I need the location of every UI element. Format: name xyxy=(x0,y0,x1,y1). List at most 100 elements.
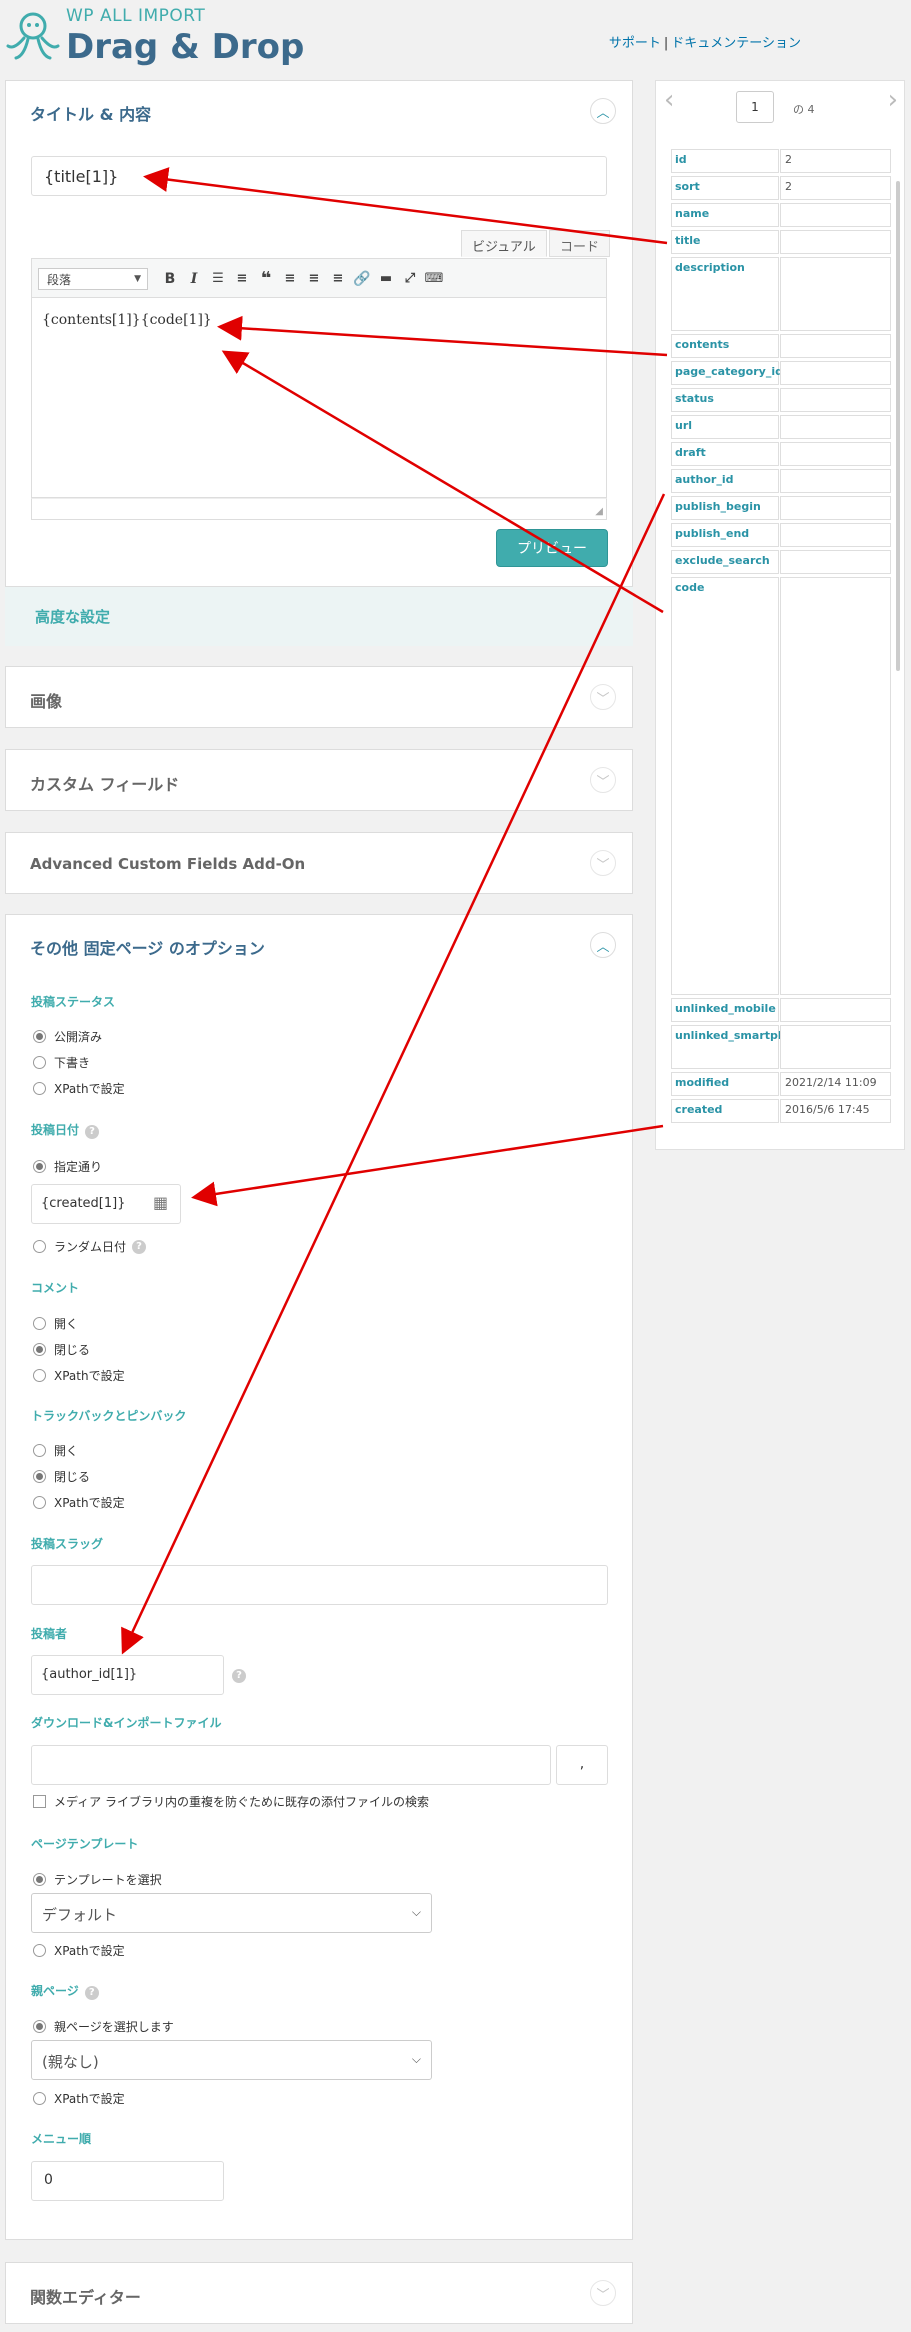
tab-code[interactable]: コード xyxy=(549,230,611,257)
radio-button[interactable] xyxy=(33,2020,46,2033)
preview-button[interactable]: プリビュー xyxy=(496,529,608,567)
support-link[interactable]: サポート xyxy=(609,36,661,51)
page-template-choose-option[interactable]: テンプレートを選択 xyxy=(33,1871,162,1888)
radio-button[interactable] xyxy=(33,1317,46,1330)
xml-element-key[interactable]: url xyxy=(671,415,779,439)
radio-button[interactable] xyxy=(33,1369,46,1382)
help-icon[interactable]: ? xyxy=(132,1239,147,1254)
function-editor-heading[interactable]: 関数エディター xyxy=(30,2284,141,2308)
xml-element-row[interactable]: unlinked_mobile xyxy=(671,998,891,1022)
chevron-down-icon[interactable]: ﹀ xyxy=(590,684,616,710)
numbered-list-icon[interactable]: ≡ xyxy=(232,269,252,289)
parent-page-choose-option[interactable]: 親ページを選択します xyxy=(33,2018,174,2035)
xml-element-key[interactable]: code xyxy=(671,577,779,995)
radio-button[interactable] xyxy=(33,1873,46,1886)
comments-option[interactable]: XPathで設定 xyxy=(33,1367,125,1384)
bullet-list-icon[interactable]: ☰ xyxy=(208,269,228,289)
xml-element-row[interactable]: name xyxy=(671,203,891,227)
page-template-xpath-option[interactable]: XPathで設定 xyxy=(33,1942,125,1959)
xml-element-key[interactable]: modified xyxy=(671,1072,779,1096)
fullscreen-icon[interactable]: ⤢ xyxy=(400,269,420,289)
content-editor[interactable]: {contents[1]}{code[1]} xyxy=(31,298,607,498)
post-status-option[interactable]: 公開済み xyxy=(33,1028,102,1045)
resize-handle-icon[interactable]: ◢ xyxy=(595,506,603,517)
xml-element-row[interactable]: unlinked_smartphone xyxy=(671,1025,891,1069)
trackbacks-option[interactable]: 開く xyxy=(33,1442,78,1459)
xml-element-key[interactable]: publish_begin xyxy=(671,496,779,520)
xml-element-key[interactable]: unlinked_smartphone xyxy=(671,1025,809,1069)
record-page-input[interactable]: 1 xyxy=(736,91,774,123)
align-left-icon[interactable]: ≡ xyxy=(280,269,300,289)
radio-button[interactable] xyxy=(33,1496,46,1509)
trackbacks-option[interactable]: XPathで設定 xyxy=(33,1494,125,1511)
format-select[interactable]: 段落 ▼ xyxy=(38,268,148,290)
xml-element-row[interactable]: created 2016/5/6 17:45 xyxy=(671,1099,891,1123)
xml-element-row[interactable]: modified 2021/2/14 11:09 xyxy=(671,1072,891,1096)
post-status-option[interactable]: 下書き xyxy=(33,1054,90,1071)
xml-element-row[interactable]: status xyxy=(671,388,891,412)
keyboard-icon[interactable]: ⌨ xyxy=(424,269,444,289)
delimiter-input[interactable]: , xyxy=(556,1745,608,1785)
images-heading[interactable]: 画像 xyxy=(30,688,62,712)
acf-heading[interactable]: Advanced Custom Fields Add-On xyxy=(30,855,305,873)
download-input[interactable] xyxy=(31,1745,551,1785)
radio-button[interactable] xyxy=(33,1343,46,1356)
help-icon[interactable]: ? xyxy=(84,1985,99,2000)
xml-element-key[interactable]: draft xyxy=(671,442,779,466)
comments-option[interactable]: 閉じる xyxy=(33,1341,90,1358)
xml-element-row[interactable]: contents xyxy=(671,334,891,358)
radio-button[interactable] xyxy=(33,1944,46,1957)
chevron-right-icon[interactable]: › xyxy=(888,85,898,115)
xml-element-row[interactable]: description xyxy=(671,257,891,331)
link-icon[interactable]: 🔗 xyxy=(352,269,372,289)
checkbox[interactable] xyxy=(33,1795,46,1808)
xml-element-row[interactable]: publish_begin xyxy=(671,496,891,520)
xml-element-row[interactable]: id 2 xyxy=(671,149,891,173)
radio-button[interactable] xyxy=(33,1160,46,1173)
documentation-link[interactable]: ドキュメンテーション xyxy=(671,36,801,51)
chevron-left-icon[interactable]: ‹ xyxy=(664,85,674,115)
parent-page-select[interactable]: (親なし) ⌵ xyxy=(31,2040,432,2080)
xml-element-key[interactable]: publish_end xyxy=(671,523,779,547)
align-right-icon[interactable]: ≡ xyxy=(328,269,348,289)
chevron-up-icon[interactable]: ︿ xyxy=(590,98,616,124)
xml-element-key[interactable]: title xyxy=(671,230,779,254)
post-status-option[interactable]: XPathで設定 xyxy=(33,1080,125,1097)
help-icon[interactable]: ? xyxy=(85,1124,100,1139)
italic-icon[interactable]: I xyxy=(184,269,204,289)
help-icon[interactable]: ? xyxy=(232,1667,246,1683)
xml-element-key[interactable]: description xyxy=(671,257,779,331)
radio-button[interactable] xyxy=(33,2092,46,2105)
radio-button[interactable] xyxy=(33,1030,46,1043)
author-input[interactable]: {author_id[1]} xyxy=(31,1655,224,1695)
align-center-icon[interactable]: ≡ xyxy=(304,269,324,289)
blockquote-icon[interactable]: ❝ xyxy=(256,269,276,289)
post-date-specified-option[interactable]: 指定通り xyxy=(33,1158,102,1175)
calendar-icon[interactable]: ▦ xyxy=(153,1193,168,1212)
xml-element-row[interactable]: draft xyxy=(671,442,891,466)
xml-element-key[interactable]: id xyxy=(671,149,779,173)
radio-button[interactable] xyxy=(33,1470,46,1483)
slug-input[interactable] xyxy=(31,1565,608,1605)
xml-element-key[interactable]: name xyxy=(671,203,779,227)
images-panel[interactable] xyxy=(5,666,633,728)
comments-option[interactable]: 開く xyxy=(33,1315,78,1332)
xml-element-key[interactable]: page_category_id xyxy=(671,361,783,385)
help-icon[interactable]: ? xyxy=(232,1668,246,1683)
page-template-select[interactable]: デフォルト ⌵ xyxy=(31,1893,432,1933)
xml-element-row[interactable]: page_category_id xyxy=(671,361,891,385)
post-date-random-option[interactable]: ランダム日付? xyxy=(33,1238,147,1255)
xml-element-key[interactable]: sort xyxy=(671,176,779,200)
sidebar-scrollbar[interactable] xyxy=(896,181,900,671)
chevron-down-icon[interactable]: ﹀ xyxy=(590,767,616,793)
radio-button[interactable] xyxy=(33,1240,46,1253)
read-more-icon[interactable]: ▬ xyxy=(376,269,396,289)
xml-element-key[interactable]: contents xyxy=(671,334,779,358)
custom-fields-heading[interactable]: カスタム フィールド xyxy=(30,771,179,795)
chevron-up-icon[interactable]: ︿ xyxy=(590,932,616,958)
dedupe-option[interactable]: メディア ライブラリ内の重複を防ぐために既存の添付ファイルの検索 xyxy=(33,1793,429,1810)
xml-element-key[interactable]: status xyxy=(671,388,779,412)
xml-element-key[interactable]: created xyxy=(671,1099,779,1123)
xml-element-key[interactable]: unlinked_mobile xyxy=(671,998,779,1022)
chevron-down-icon[interactable]: ﹀ xyxy=(590,2280,616,2306)
